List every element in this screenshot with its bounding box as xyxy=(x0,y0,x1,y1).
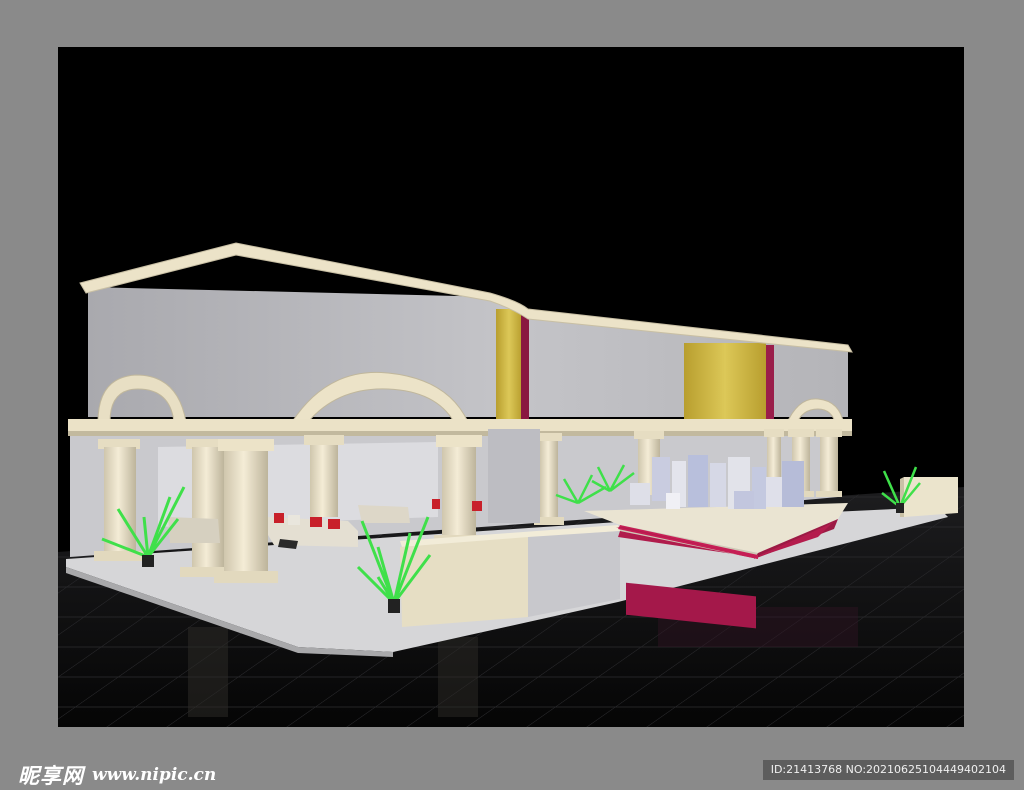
gold-panel-left xyxy=(496,309,522,419)
divider-panel xyxy=(488,429,540,523)
gold-panel-right xyxy=(684,343,766,419)
exhibition-booth-render xyxy=(58,242,964,727)
image-id-label: ID:21413768 NO:20210625104449402104 xyxy=(762,760,1014,780)
upper-wall xyxy=(79,242,853,419)
site-watermark: 昵享网 www.nipic.cn xyxy=(18,760,216,790)
footer-bar: 昵享网 www.nipic.cn ID:21413768 NO:20210625… xyxy=(0,752,1024,789)
render-canvas xyxy=(58,47,964,727)
site-url: www.nipic.cn xyxy=(92,765,217,785)
site-name-cn: 昵享网 xyxy=(18,764,84,788)
column-4 xyxy=(304,435,344,517)
